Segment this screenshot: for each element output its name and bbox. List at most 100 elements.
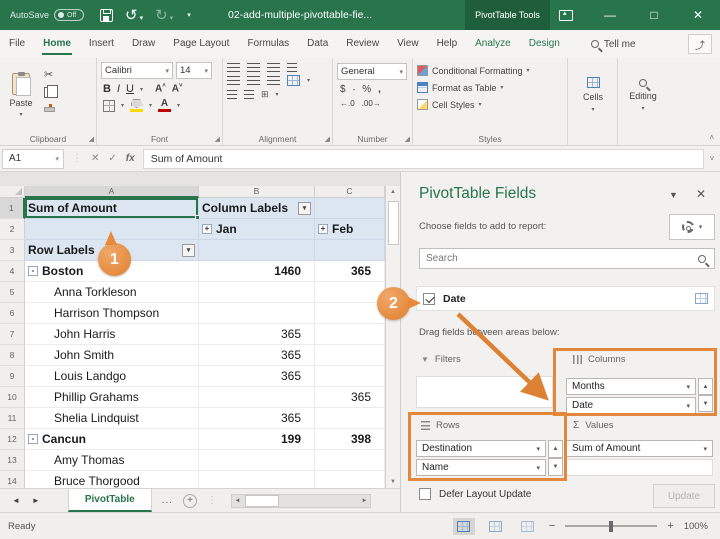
menu-tab-home[interactable]: Home	[34, 32, 80, 56]
vertical-scroll-thumb[interactable]	[387, 201, 399, 245]
formula-input[interactable]	[142, 148, 704, 169]
cell-styles-button[interactable]: Cell Styles ▾	[417, 96, 563, 113]
chip-caret-icon[interactable]: ▾	[536, 464, 540, 472]
menu-tab-design[interactable]: Design	[520, 32, 569, 56]
row-header-2[interactable]: 2	[0, 219, 25, 240]
row-header-13[interactable]: 13	[0, 450, 25, 471]
ribbon-display-options-button[interactable]	[544, 0, 588, 30]
spin-down-icon[interactable]: ▼	[698, 395, 713, 412]
update-button[interactable]: Update	[653, 484, 715, 508]
bold-button[interactable]: B	[103, 83, 111, 95]
row-header-3[interactable]: 3	[0, 240, 25, 261]
menu-tab-file[interactable]: File	[0, 32, 34, 56]
cell[interactable]: + Jan	[199, 219, 315, 240]
menu-tab-data[interactable]: Data	[298, 32, 337, 56]
fill-color-button[interactable]	[130, 99, 144, 112]
menu-tab-draw[interactable]: Draw	[123, 32, 164, 56]
zoom-slider-thumb[interactable]	[609, 520, 614, 532]
cell[interactable]: 365	[199, 408, 315, 429]
cell[interactable]	[315, 303, 385, 324]
select-all-corner[interactable]	[0, 186, 25, 198]
cell[interactable]: Anna Torkleson	[25, 282, 199, 303]
cell[interactable]	[199, 303, 315, 324]
redo-icon[interactable]: ↻ ▾	[155, 8, 173, 23]
increase-font-icon[interactable]: A˄	[155, 83, 166, 94]
formula-enter-icon[interactable]: ✓	[108, 153, 116, 164]
merge-center-icon[interactable]: ⊞	[261, 89, 269, 100]
rows-field-destination[interactable]: Destination ▾	[416, 440, 546, 457]
new-sheet-button[interactable]: +	[183, 493, 198, 508]
row-header-14[interactable]: 14	[0, 471, 25, 488]
field-search[interactable]	[419, 248, 715, 269]
font-color-button[interactable]: A	[158, 99, 172, 112]
merge-caret-icon[interactable]: ▾	[276, 91, 279, 98]
cell[interactable]: Shelia Lindquist	[25, 408, 199, 429]
search-input[interactable]	[420, 253, 698, 264]
zoom-in-icon[interactable]: +	[667, 520, 673, 532]
copy-icon[interactable]	[44, 85, 58, 98]
cell[interactable]	[315, 408, 385, 429]
decrease-font-icon[interactable]: A˅	[172, 83, 183, 94]
cell[interactable]: 365	[199, 345, 315, 366]
scroll-left-icon[interactable]: ◄	[232, 498, 243, 504]
expand-icon[interactable]: +	[202, 224, 212, 234]
page-break-view-button[interactable]	[517, 518, 539, 535]
redo-caret-icon[interactable]: ▾	[170, 15, 174, 22]
cell[interactable]	[315, 282, 385, 303]
editing-button[interactable]: Editing ▾	[622, 62, 664, 128]
spin-up-icon[interactable]: ▲	[548, 440, 563, 458]
field-item-date[interactable]: Date	[416, 286, 715, 311]
cell[interactable]: John Harris	[25, 324, 199, 345]
align-center-icon[interactable]	[247, 76, 260, 85]
chip-caret-icon[interactable]: ▾	[686, 402, 690, 410]
paste-button[interactable]: Paste ▾	[4, 62, 38, 128]
cell[interactable]	[199, 282, 315, 303]
sheet-tab-pivottable[interactable]: PivotTable	[67, 489, 152, 512]
align-left-icon[interactable]	[227, 76, 240, 85]
cell[interactable]	[315, 240, 385, 261]
filter-dropdown-icon[interactable]: ▾	[182, 243, 195, 257]
clipboard-dialog-launcher-icon[interactable]: ◢	[89, 135, 94, 143]
borders-caret-icon[interactable]: ▾	[121, 102, 124, 109]
pane-options-caret-icon[interactable]: ▼	[669, 190, 678, 200]
row-header-11[interactable]: 11	[0, 408, 25, 429]
insert-function-icon[interactable]: fx	[126, 153, 135, 164]
row-header-7[interactable]: 7	[0, 324, 25, 345]
cell[interactable]: - Cancun	[25, 429, 199, 450]
more-sheets-button[interactable]: ...	[162, 495, 173, 506]
cell[interactable]	[315, 471, 385, 488]
pane-close-icon[interactable]: ✕	[696, 187, 706, 201]
undo-icon[interactable]: ↺ ▾	[125, 8, 143, 23]
cell[interactable]: John Smith	[25, 345, 199, 366]
zoom-out-icon[interactable]: −	[549, 520, 555, 532]
date-checkbox[interactable]	[423, 292, 435, 305]
cell[interactable]	[315, 345, 385, 366]
cell[interactable]: Sum of Amount	[25, 198, 200, 220]
prev-sheet-icon[interactable]: ◄	[12, 496, 20, 505]
columns-field-months[interactable]: Months ▾	[566, 378, 696, 395]
cell[interactable]	[315, 198, 385, 219]
borders-icon[interactable]	[103, 99, 115, 112]
wrap-caret-icon[interactable]: ▾	[307, 77, 310, 84]
share-button[interactable]: ⤴	[688, 34, 712, 54]
percent-icon[interactable]: %	[362, 84, 371, 95]
underline-button[interactable]: U	[126, 83, 134, 95]
dash-icon[interactable]: -	[353, 85, 356, 94]
increase-decimal-icon[interactable]: ←.0	[340, 99, 355, 108]
cell[interactable]	[199, 471, 315, 488]
scroll-right-icon[interactable]: ►	[359, 498, 370, 504]
undo-caret-icon[interactable]: ▾	[140, 15, 144, 22]
formula-bar-expand-icon[interactable]: ˅	[704, 154, 720, 163]
cell[interactable]: Louis Landgo	[25, 366, 199, 387]
cell[interactable]: Column Labels ▾	[199, 198, 315, 219]
chip-caret-icon[interactable]: ▾	[536, 445, 540, 453]
column-header-b[interactable]: B	[199, 186, 315, 198]
collapse-icon[interactable]: -	[28, 434, 38, 444]
minimize-button[interactable]: —	[588, 0, 632, 30]
cell[interactable]: 365	[315, 261, 385, 282]
cell[interactable]: Bruce Thorgood	[25, 471, 199, 488]
comma-icon[interactable]: ,	[378, 84, 381, 95]
cell[interactable]: 398	[315, 429, 385, 450]
cell[interactable]: Amy Thomas	[25, 450, 199, 471]
cut-icon[interactable]: ✂	[44, 68, 55, 81]
